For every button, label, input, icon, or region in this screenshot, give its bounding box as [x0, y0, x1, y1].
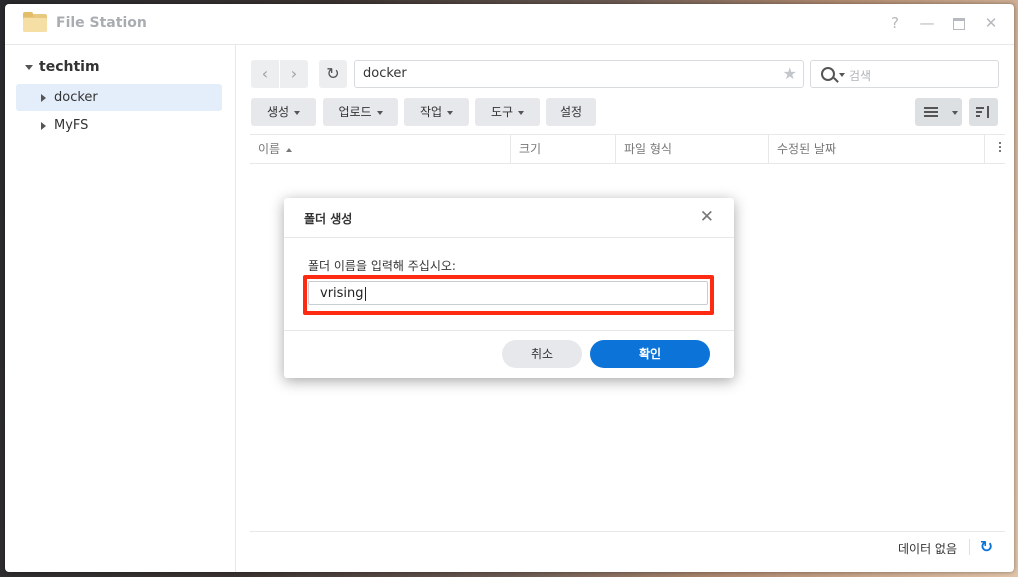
sort-button[interactable] — [969, 98, 998, 126]
folder-tree-sidebar: techtim docker MyFS — [5, 45, 236, 572]
caret-right-icon[interactable] — [41, 121, 46, 130]
upload-button-label: 업로드 — [338, 105, 372, 119]
refresh-icon[interactable]: ↻ — [980, 537, 993, 556]
title-bar: File Station ? — ✕ — [5, 4, 1014, 45]
status-bar: 데이터 없음 ↻ — [250, 531, 1005, 562]
divider — [969, 539, 970, 555]
chevron-down-icon — [294, 110, 301, 115]
minimize-icon[interactable]: — — [917, 13, 937, 33]
action-button[interactable]: 작업 — [404, 98, 469, 126]
divider — [284, 330, 734, 331]
dialog-title: 폴더 생성 — [304, 212, 353, 226]
sidebar-item-docker[interactable]: docker — [16, 84, 222, 111]
view-mode-button[interactable] — [915, 98, 962, 126]
folder-name-prompt: 폴더 이름을 입력해 주십시오: — [308, 259, 456, 273]
sort-ascending-icon — [286, 147, 293, 152]
star-icon[interactable]: ★ — [783, 64, 797, 83]
help-icon[interactable]: ? — [885, 13, 905, 33]
path-bar[interactable]: docker ★ — [354, 60, 804, 88]
divider — [284, 237, 734, 238]
confirm-button[interactable]: 확인 — [590, 340, 710, 368]
tree-root-techtim[interactable]: techtim — [25, 59, 100, 75]
chevron-down-icon[interactable] — [839, 73, 845, 77]
column-modified-date-label: 수정된 날짜 — [777, 142, 837, 156]
settings-button-label: 설정 — [559, 105, 583, 119]
list-view-icon — [924, 107, 938, 109]
column-size[interactable]: 크기 — [511, 135, 616, 163]
column-file-type-label: 파일 형식 — [624, 142, 672, 156]
search-input[interactable]: 검색 — [810, 60, 999, 88]
sidebar-item-label: MyFS — [54, 118, 89, 133]
search-icon[interactable] — [821, 67, 835, 81]
column-menu-icon[interactable] — [999, 142, 1001, 144]
column-name[interactable]: 이름 — [250, 135, 511, 163]
column-size-label: 크기 — [519, 142, 542, 156]
maximize-icon[interactable] — [949, 13, 969, 33]
close-window-icon[interactable]: ✕ — [981, 13, 1001, 33]
tools-button-label: 도구 — [490, 105, 514, 119]
chevron-down-icon — [518, 110, 525, 115]
create-button[interactable]: 생성 — [251, 98, 316, 126]
settings-button[interactable]: 설정 — [546, 98, 596, 126]
tree-root-label: techtim — [39, 59, 100, 75]
column-name-label: 이름 — [258, 142, 281, 156]
caret-down-icon[interactable] — [25, 64, 33, 70]
back-button[interactable]: ‹ — [251, 60, 279, 88]
caret-right-icon[interactable] — [41, 93, 46, 102]
folder-app-icon — [23, 12, 47, 32]
column-header: 이름 크기 파일 형식 수정된 날짜 — [250, 134, 1005, 164]
refresh-button[interactable]: ↻ — [319, 60, 347, 88]
status-text: 데이터 없음 — [897, 542, 957, 556]
sidebar-item-myfs[interactable]: MyFS — [16, 112, 222, 139]
path-text: docker — [363, 66, 407, 81]
sidebar-item-label: docker — [54, 90, 98, 105]
upload-button[interactable]: 업로드 — [323, 98, 398, 126]
highlight-box — [303, 275, 714, 315]
chevron-down-icon — [952, 111, 958, 115]
tools-button[interactable]: 도구 — [475, 98, 540, 126]
close-icon[interactable]: ✕ — [700, 207, 714, 227]
action-button-label: 작업 — [419, 105, 443, 119]
create-folder-dialog: 폴더 생성 ✕ 폴더 이름을 입력해 주십시오: vrising 취소 확인 — [284, 198, 734, 378]
create-button-label: 생성 — [266, 105, 290, 119]
window-title: File Station — [56, 15, 147, 31]
sort-icon — [976, 106, 990, 118]
chevron-down-icon — [447, 110, 454, 115]
chevron-down-icon — [376, 110, 383, 115]
search-placeholder: 검색 — [849, 69, 872, 83]
cancel-button[interactable]: 취소 — [502, 340, 582, 368]
column-modified-date[interactable]: 수정된 날짜 — [769, 135, 985, 163]
forward-button[interactable]: › — [280, 60, 308, 88]
column-file-type[interactable]: 파일 형식 — [616, 135, 769, 163]
